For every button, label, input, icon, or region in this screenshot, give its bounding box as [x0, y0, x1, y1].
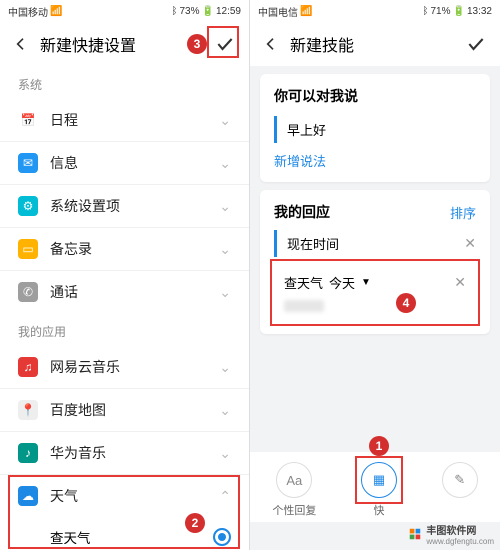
- row-label: 百度地图: [50, 400, 106, 420]
- signal-icon: 📶: [50, 6, 62, 17]
- row-label: 华为音乐: [50, 443, 106, 463]
- row-label: 网易云音乐: [50, 357, 120, 377]
- response-text: 现在时间: [287, 234, 339, 253]
- tab-label: 快: [373, 502, 384, 518]
- back-icon[interactable]: [262, 35, 280, 53]
- battery-label: 73%: [180, 6, 200, 17]
- header-bar: 新建技能: [250, 22, 500, 66]
- time-label: 12:59: [216, 6, 241, 17]
- messages-icon: ✉: [18, 153, 38, 173]
- row-notes[interactable]: ▭ 备忘录 ⌄: [0, 228, 249, 271]
- radio-selected-icon[interactable]: [213, 528, 231, 546]
- page-title: 新建快捷设置: [40, 32, 187, 56]
- watermark-url: www.dgfengtu.com: [426, 537, 494, 546]
- battery-icon: 🔋: [453, 6, 465, 17]
- close-icon[interactable]: ✕: [464, 235, 476, 252]
- battery-icon: 🔋: [202, 6, 214, 17]
- chevron-down-icon: ⌄: [219, 112, 231, 129]
- chevron-up-icon: ⌃: [219, 488, 231, 505]
- baidu-map-icon: 📍: [18, 400, 38, 420]
- grid-icon: ▦: [361, 462, 397, 498]
- text-icon: Aa: [276, 462, 312, 498]
- huawei-music-icon: ♪: [18, 443, 38, 463]
- status-bar: 中国电信 📶 ᛒ 71% 🔋 13:32: [250, 0, 500, 22]
- row-weather-check[interactable]: 查天气: [0, 517, 249, 550]
- tab-label: 个性回复: [272, 502, 316, 518]
- row-label: 系统设置项: [50, 196, 120, 216]
- subrow-label: 查天气: [50, 527, 91, 547]
- response-boxed-item: 4 查天气 今天 ▼ ✕: [274, 263, 476, 322]
- phone-left-screen: 中国移动 📶 ᛒ 73% 🔋 12:59 新建快捷设置 3 系统 📅 日程 ⌄ …: [0, 0, 250, 550]
- row-label: 天气: [50, 486, 78, 506]
- row-label: 备忘录: [50, 239, 92, 259]
- response-title: 我的回应: [274, 202, 330, 222]
- row-system-settings[interactable]: ⚙ 系统设置项 ⌄: [0, 185, 249, 228]
- section-apps-header: 我的应用: [0, 313, 249, 346]
- chevron-down-icon: ⌄: [219, 359, 231, 376]
- tab-quick[interactable]: 1 ▦ 快: [361, 462, 397, 518]
- chevron-down-icon: ⌄: [219, 198, 231, 215]
- response-card: 我的回应 排序 现在时间 ✕ 4 查天气 今天 ▼ ✕: [260, 190, 490, 334]
- header-bar: 新建快捷设置 3: [0, 22, 249, 66]
- row-weather[interactable]: ☁ 天气 ⌃: [0, 475, 249, 517]
- watermark-text: 丰图软件网: [426, 522, 494, 537]
- notes-icon: ▭: [18, 239, 38, 259]
- dropdown-arrow-icon[interactable]: ▼: [361, 277, 371, 288]
- chevron-down-icon: ⌄: [219, 155, 231, 172]
- chevron-down-icon: ⌄: [219, 402, 231, 419]
- calendar-icon: 📅: [18, 110, 38, 130]
- annotation-2: 2: [185, 513, 205, 533]
- prompt-title: 你可以对我说: [274, 86, 476, 106]
- bluetooth-icon: ᛒ: [172, 6, 178, 17]
- weather-icon: ☁: [18, 486, 38, 506]
- row-label: 日程: [50, 110, 78, 130]
- time-label: 13:32: [467, 6, 492, 17]
- chevron-down-icon: ⌄: [219, 241, 231, 258]
- confirm-icon[interactable]: [464, 32, 488, 56]
- prompt-card: 你可以对我说 早上好 新增说法: [260, 74, 490, 182]
- row-baidu-maps[interactable]: 📍 百度地图 ⌄: [0, 389, 249, 432]
- back-icon[interactable]: [12, 35, 30, 53]
- netease-icon: ♫: [18, 357, 38, 377]
- confirm-icon[interactable]: [213, 32, 237, 56]
- edit-icon: ✎: [442, 462, 478, 498]
- response-action: 查天气: [284, 273, 323, 292]
- carrier-label: 中国电信: [258, 4, 298, 19]
- phone-icon: ✆: [18, 282, 38, 302]
- chevron-down-icon: ⌄: [219, 445, 231, 462]
- page-title: 新建技能: [290, 32, 464, 56]
- annotation-1: 1: [369, 436, 389, 456]
- bottom-tab-bar: Aa 个性回复 1 ▦ 快 ✎: [250, 452, 500, 522]
- chevron-down-icon: ⌄: [219, 284, 231, 301]
- watermark: 丰图软件网 www.dgfengtu.com: [408, 522, 494, 546]
- bluetooth-icon: ᛒ: [423, 6, 429, 17]
- carrier-label: 中国移动: [8, 4, 48, 19]
- sort-link[interactable]: 排序: [450, 203, 476, 222]
- phone-right-screen: 中国电信 📶 ᛒ 71% 🔋 13:32 新建技能 你可以对我说 早上好 新增说…: [250, 0, 500, 550]
- row-netease-music[interactable]: ♫ 网易云音乐 ⌄: [0, 346, 249, 389]
- watermark-logo-icon: [408, 527, 422, 541]
- row-calendar[interactable]: 📅 日程 ⌄: [0, 99, 249, 142]
- signal-icon: 📶: [300, 6, 312, 17]
- blurred-content: [284, 300, 324, 312]
- battery-label: 71%: [431, 6, 451, 17]
- annotation-4: 4: [396, 293, 416, 313]
- row-label: 信息: [50, 153, 78, 173]
- row-messages[interactable]: ✉ 信息 ⌄: [0, 142, 249, 185]
- row-label: 通话: [50, 282, 78, 302]
- row-phone[interactable]: ✆ 通话 ⌄: [0, 271, 249, 313]
- row-huawei-music[interactable]: ♪ 华为音乐 ⌄: [0, 432, 249, 475]
- add-phrase-link[interactable]: 新增说法: [274, 151, 476, 170]
- prompt-phrase: 早上好: [287, 120, 326, 139]
- close-icon[interactable]: ✕: [454, 274, 466, 291]
- tab-edit[interactable]: ✎: [442, 462, 478, 518]
- section-system-header: 系统: [0, 66, 249, 99]
- prompt-phrase-row[interactable]: 早上好: [274, 116, 476, 143]
- annotation-3: 3: [187, 34, 207, 54]
- settings-icon: ⚙: [18, 196, 38, 216]
- response-item-time[interactable]: 现在时间 ✕: [274, 230, 476, 257]
- status-bar: 中国移动 📶 ᛒ 73% 🔋 12:59: [0, 0, 249, 22]
- tab-custom-reply[interactable]: Aa 个性回复: [272, 462, 316, 518]
- response-option[interactable]: 今天: [329, 273, 355, 292]
